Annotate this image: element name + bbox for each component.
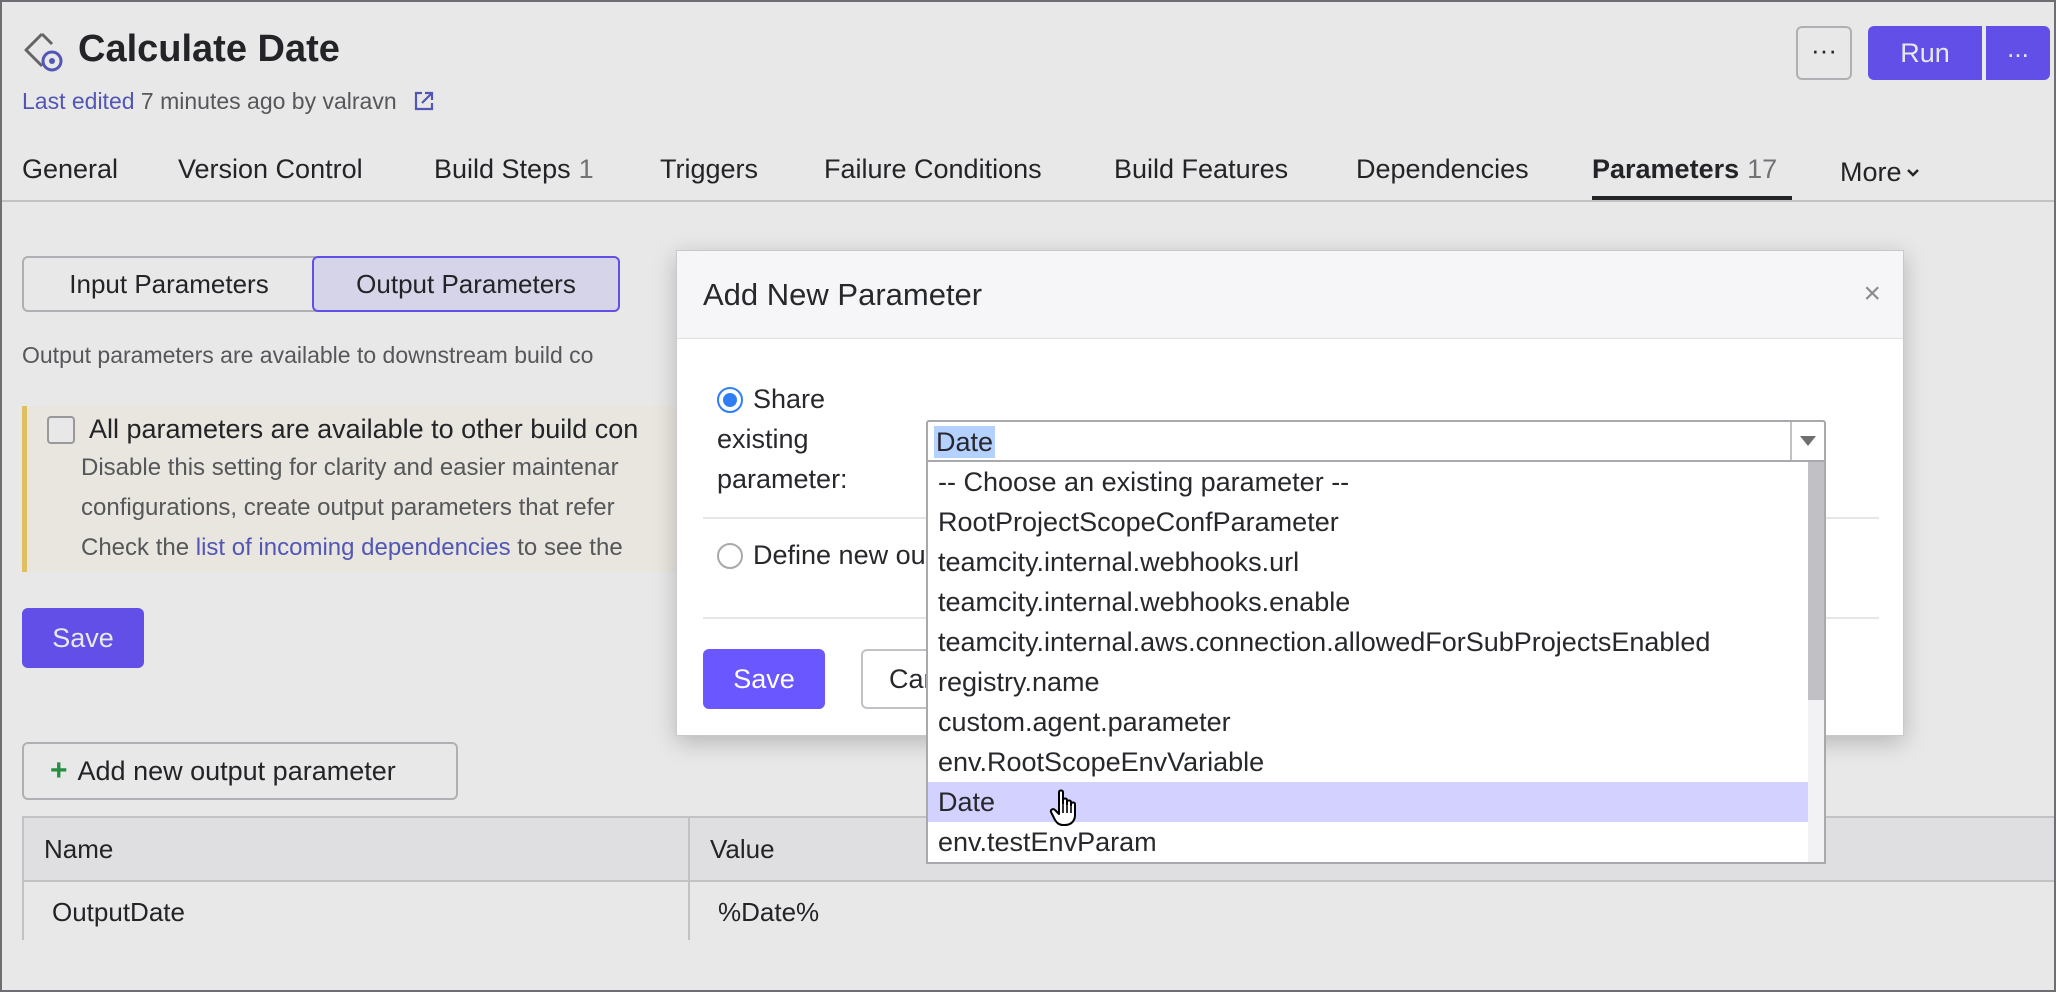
list-item[interactable]: custom.agent.parameter [928,702,1810,742]
define-new-label: Define new ou [753,535,926,575]
select-value: Date [934,426,995,458]
define-new-radio[interactable] [717,543,743,569]
dialog-save-button[interactable]: Save [703,649,825,709]
existing-parameter-select[interactable]: Date [926,420,1826,462]
list-item[interactable]: registry.name [928,662,1810,702]
listbox-scrollbar[interactable] [1808,462,1824,862]
scrollbar-thumb[interactable] [1808,462,1824,700]
page: Calculate Date Last edited 7 minutes ago… [0,0,2056,992]
list-item[interactable]: -- Choose an existing parameter -- [928,462,1810,502]
list-item[interactable]: teamcity.internal.webhooks.enable [928,582,1810,622]
list-item[interactable]: teamcity.internal.aws.connection.allowed… [928,622,1810,662]
close-icon[interactable]: × [1863,277,1881,311]
list-item[interactable]: teamcity.internal.webhooks.url [928,542,1810,582]
dialog-header: Add New Parameter × [677,251,1903,339]
dialog-title: Add New Parameter [703,277,982,313]
share-label-line-3: parameter: [717,459,848,499]
dropdown-arrow-icon[interactable] [1790,422,1824,460]
share-existing-radio[interactable] [717,387,743,413]
hand-cursor-icon [1048,788,1082,833]
list-item[interactable]: env.RootScopeEnvVariable [928,742,1810,782]
share-label-line-1: Share [753,379,825,419]
list-item[interactable]: RootProjectScopeConfParameter [928,502,1810,542]
share-label-line-2: existing [717,419,809,459]
